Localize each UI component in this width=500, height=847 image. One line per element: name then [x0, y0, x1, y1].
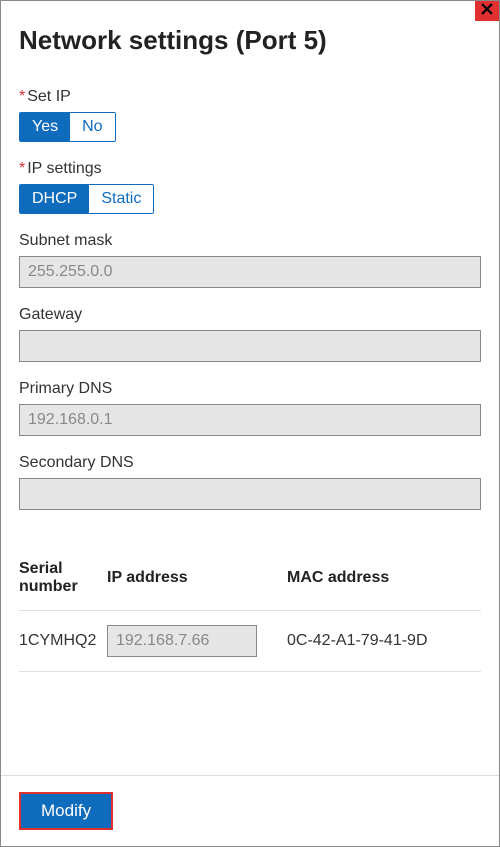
ip-settings-toggle: DHCP Static: [19, 184, 154, 214]
table-header-row: Serial number IP address MAC address: [19, 546, 481, 611]
td-mac: 0C-42-A1-79-41-9D: [287, 632, 481, 650]
primary-dns-label: Primary DNS: [19, 380, 481, 398]
ip-settings-dhcp-button[interactable]: DHCP: [20, 185, 89, 213]
required-marker: *: [19, 88, 25, 105]
set-ip-label: *Set IP: [19, 88, 481, 106]
gateway-input[interactable]: [19, 330, 481, 362]
row-ip-input[interactable]: [107, 625, 257, 657]
th-ip: IP address: [107, 569, 287, 587]
subnet-mask-label: Subnet mask: [19, 232, 481, 250]
set-ip-no-button[interactable]: No: [70, 113, 114, 141]
th-serial: Serial number: [19, 560, 107, 596]
gateway-label: Gateway: [19, 306, 481, 324]
required-marker: *: [19, 160, 25, 177]
ip-settings-label: *IP settings: [19, 160, 481, 178]
close-button[interactable]: [475, 1, 499, 21]
footer: Modify: [1, 775, 499, 846]
interfaces-table: Serial number IP address MAC address 1CY…: [19, 546, 481, 672]
set-ip-yes-button[interactable]: Yes: [20, 113, 70, 141]
ip-settings-static-button[interactable]: Static: [89, 185, 153, 213]
th-mac: MAC address: [287, 569, 481, 587]
td-serial: 1CYMHQ2: [19, 632, 107, 650]
secondary-dns-label: Secondary DNS: [19, 454, 481, 472]
close-icon: [480, 2, 494, 21]
subnet-mask-input[interactable]: [19, 256, 481, 288]
secondary-dns-input[interactable]: [19, 478, 481, 510]
modify-button[interactable]: Modify: [19, 792, 113, 830]
table-row: 1CYMHQ2 0C-42-A1-79-41-9D: [19, 611, 481, 672]
set-ip-toggle: Yes No: [19, 112, 116, 142]
page-title: Network settings (Port 5): [19, 25, 481, 56]
primary-dns-input[interactable]: [19, 404, 481, 436]
